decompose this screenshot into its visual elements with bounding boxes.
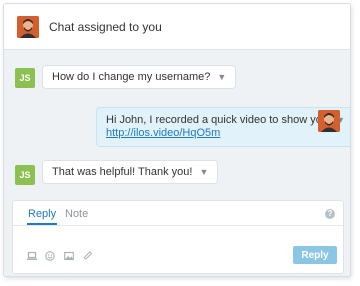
message-text: That was helpful! Thank you! bbox=[52, 166, 193, 178]
help-icon[interactable]: ? bbox=[325, 209, 335, 219]
tab-divider bbox=[13, 225, 343, 226]
chevron-down-icon[interactable]: ▼ bbox=[217, 72, 226, 82]
reply-button[interactable]: Reply bbox=[293, 246, 337, 264]
emoji-icon[interactable] bbox=[45, 251, 55, 261]
reply-composer: Reply Note ? Reply bbox=[12, 200, 344, 274]
message-text: How do I change my username? bbox=[52, 71, 211, 83]
agent-avatar bbox=[318, 110, 340, 132]
video-link[interactable]: http://ilos.video/HqO5m bbox=[106, 127, 220, 139]
tab-reply[interactable]: Reply bbox=[28, 208, 56, 220]
image-icon[interactable] bbox=[64, 251, 74, 261]
message-bubble-incoming[interactable]: How do I change my username? ▼ bbox=[42, 65, 237, 89]
laptop-icon[interactable] bbox=[27, 251, 37, 261]
chevron-down-icon[interactable]: ▼ bbox=[199, 167, 208, 177]
message-text: Hi John, I recorded a quick video to sho… bbox=[106, 114, 332, 126]
chat-header: Chat assigned to you bbox=[4, 4, 350, 50]
header-title: Chat assigned to you bbox=[49, 20, 162, 34]
agent-avatar bbox=[17, 16, 39, 38]
message-bubble-incoming[interactable]: That was helpful! Thank you! ▼ bbox=[42, 160, 219, 184]
customer-avatar: JS bbox=[15, 165, 35, 185]
chat-panel: Chat assigned to you JS How do I change … bbox=[3, 3, 351, 277]
customer-avatar: JS bbox=[15, 68, 35, 88]
message-bubble-outgoing[interactable]: Hi John, I recorded a quick video to sho… bbox=[96, 107, 350, 147]
tab-note[interactable]: Note bbox=[65, 208, 88, 220]
paperclip-icon[interactable] bbox=[83, 251, 93, 261]
